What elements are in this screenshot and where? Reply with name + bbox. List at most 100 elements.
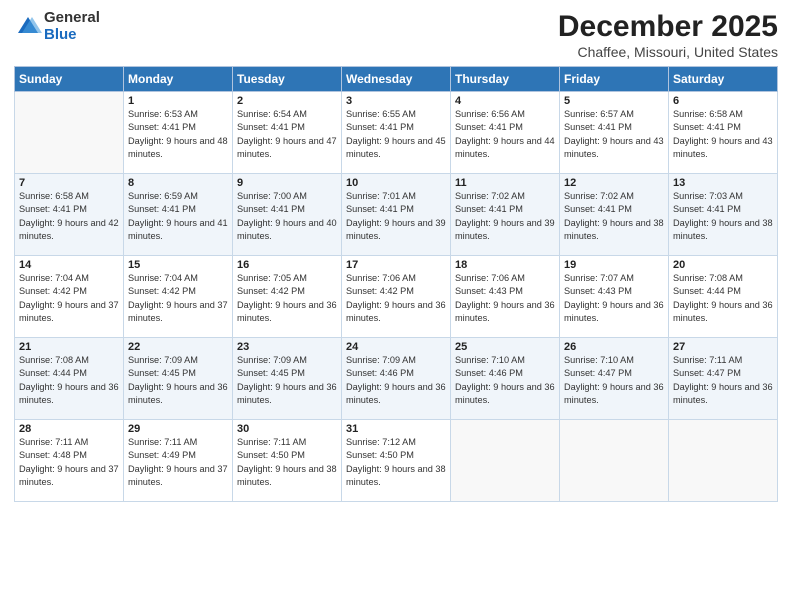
calendar-cell: 16Sunrise: 7:05 AMSunset: 4:42 PMDayligh…	[233, 256, 342, 338]
calendar-cell: 19Sunrise: 7:07 AMSunset: 4:43 PMDayligh…	[560, 256, 669, 338]
day-info: Sunrise: 6:57 AMSunset: 4:41 PMDaylight:…	[564, 108, 664, 161]
day-info: Sunrise: 6:58 AMSunset: 4:41 PMDaylight:…	[19, 190, 119, 243]
location: Chaffee, Missouri, United States	[558, 44, 778, 60]
calendar-cell: 3Sunrise: 6:55 AMSunset: 4:41 PMDaylight…	[342, 92, 451, 174]
header-saturday: Saturday	[669, 67, 778, 92]
calendar-cell	[669, 420, 778, 502]
calendar-cell: 14Sunrise: 7:04 AMSunset: 4:42 PMDayligh…	[15, 256, 124, 338]
calendar-cell: 5Sunrise: 6:57 AMSunset: 4:41 PMDaylight…	[560, 92, 669, 174]
day-info: Sunrise: 7:10 AMSunset: 4:46 PMDaylight:…	[455, 354, 555, 407]
calendar-cell: 25Sunrise: 7:10 AMSunset: 4:46 PMDayligh…	[451, 338, 560, 420]
day-number: 12	[564, 177, 664, 189]
week-row-1: 1Sunrise: 6:53 AMSunset: 4:41 PMDaylight…	[15, 92, 778, 174]
calendar-cell: 30Sunrise: 7:11 AMSunset: 4:50 PMDayligh…	[233, 420, 342, 502]
day-info: Sunrise: 7:02 AMSunset: 4:41 PMDaylight:…	[564, 190, 664, 243]
day-number: 23	[237, 341, 337, 353]
calendar-cell: 24Sunrise: 7:09 AMSunset: 4:46 PMDayligh…	[342, 338, 451, 420]
day-info: Sunrise: 7:11 AMSunset: 4:48 PMDaylight:…	[19, 436, 119, 489]
day-info: Sunrise: 6:55 AMSunset: 4:41 PMDaylight:…	[346, 108, 446, 161]
week-row-2: 7Sunrise: 6:58 AMSunset: 4:41 PMDaylight…	[15, 174, 778, 256]
day-info: Sunrise: 7:04 AMSunset: 4:42 PMDaylight:…	[128, 272, 228, 325]
header-tuesday: Tuesday	[233, 67, 342, 92]
logo-text: General Blue	[44, 10, 100, 43]
day-number: 20	[673, 259, 773, 271]
logo-blue: Blue	[44, 27, 100, 44]
day-info: Sunrise: 7:06 AMSunset: 4:42 PMDaylight:…	[346, 272, 446, 325]
day-number: 18	[455, 259, 555, 271]
day-info: Sunrise: 7:02 AMSunset: 4:41 PMDaylight:…	[455, 190, 555, 243]
day-number: 13	[673, 177, 773, 189]
calendar-cell: 21Sunrise: 7:08 AMSunset: 4:44 PMDayligh…	[15, 338, 124, 420]
day-info: Sunrise: 6:56 AMSunset: 4:41 PMDaylight:…	[455, 108, 555, 161]
week-row-5: 28Sunrise: 7:11 AMSunset: 4:48 PMDayligh…	[15, 420, 778, 502]
calendar-cell: 12Sunrise: 7:02 AMSunset: 4:41 PMDayligh…	[560, 174, 669, 256]
header-row: SundayMondayTuesdayWednesdayThursdayFrid…	[15, 67, 778, 92]
calendar-cell	[451, 420, 560, 502]
day-info: Sunrise: 6:54 AMSunset: 4:41 PMDaylight:…	[237, 108, 337, 161]
logo-icon	[14, 13, 42, 41]
day-number: 14	[19, 259, 119, 271]
calendar-table: SundayMondayTuesdayWednesdayThursdayFrid…	[14, 66, 778, 502]
day-info: Sunrise: 6:53 AMSunset: 4:41 PMDaylight:…	[128, 108, 228, 161]
day-number: 24	[346, 341, 446, 353]
calendar-cell: 13Sunrise: 7:03 AMSunset: 4:41 PMDayligh…	[669, 174, 778, 256]
calendar-cell: 23Sunrise: 7:09 AMSunset: 4:45 PMDayligh…	[233, 338, 342, 420]
header-sunday: Sunday	[15, 67, 124, 92]
day-number: 25	[455, 341, 555, 353]
week-row-4: 21Sunrise: 7:08 AMSunset: 4:44 PMDayligh…	[15, 338, 778, 420]
day-info: Sunrise: 7:10 AMSunset: 4:47 PMDaylight:…	[564, 354, 664, 407]
day-info: Sunrise: 7:08 AMSunset: 4:44 PMDaylight:…	[19, 354, 119, 407]
header-thursday: Thursday	[451, 67, 560, 92]
calendar-cell: 17Sunrise: 7:06 AMSunset: 4:42 PMDayligh…	[342, 256, 451, 338]
day-info: Sunrise: 7:11 AMSunset: 4:49 PMDaylight:…	[128, 436, 228, 489]
calendar-cell: 20Sunrise: 7:08 AMSunset: 4:44 PMDayligh…	[669, 256, 778, 338]
day-number: 22	[128, 341, 228, 353]
day-info: Sunrise: 7:11 AMSunset: 4:47 PMDaylight:…	[673, 354, 773, 407]
calendar-cell: 27Sunrise: 7:11 AMSunset: 4:47 PMDayligh…	[669, 338, 778, 420]
calendar-cell: 15Sunrise: 7:04 AMSunset: 4:42 PMDayligh…	[124, 256, 233, 338]
day-info: Sunrise: 6:58 AMSunset: 4:41 PMDaylight:…	[673, 108, 773, 161]
day-info: Sunrise: 7:12 AMSunset: 4:50 PMDaylight:…	[346, 436, 446, 489]
page-container: General Blue December 2025 Chaffee, Miss…	[0, 0, 792, 510]
day-info: Sunrise: 7:09 AMSunset: 4:45 PMDaylight:…	[128, 354, 228, 407]
day-number: 11	[455, 177, 555, 189]
day-number: 17	[346, 259, 446, 271]
day-number: 31	[346, 423, 446, 435]
calendar-cell: 28Sunrise: 7:11 AMSunset: 4:48 PMDayligh…	[15, 420, 124, 502]
day-number: 21	[19, 341, 119, 353]
calendar-cell: 4Sunrise: 6:56 AMSunset: 4:41 PMDaylight…	[451, 92, 560, 174]
day-info: Sunrise: 7:05 AMSunset: 4:42 PMDaylight:…	[237, 272, 337, 325]
day-info: Sunrise: 7:08 AMSunset: 4:44 PMDaylight:…	[673, 272, 773, 325]
calendar-cell: 1Sunrise: 6:53 AMSunset: 4:41 PMDaylight…	[124, 92, 233, 174]
day-number: 10	[346, 177, 446, 189]
day-number: 19	[564, 259, 664, 271]
header-wednesday: Wednesday	[342, 67, 451, 92]
calendar-cell: 26Sunrise: 7:10 AMSunset: 4:47 PMDayligh…	[560, 338, 669, 420]
day-info: Sunrise: 7:01 AMSunset: 4:41 PMDaylight:…	[346, 190, 446, 243]
day-info: Sunrise: 7:00 AMSunset: 4:41 PMDaylight:…	[237, 190, 337, 243]
day-number: 3	[346, 95, 446, 107]
calendar-cell: 31Sunrise: 7:12 AMSunset: 4:50 PMDayligh…	[342, 420, 451, 502]
day-info: Sunrise: 7:11 AMSunset: 4:50 PMDaylight:…	[237, 436, 337, 489]
day-number: 4	[455, 95, 555, 107]
day-number: 30	[237, 423, 337, 435]
day-number: 2	[237, 95, 337, 107]
day-number: 15	[128, 259, 228, 271]
day-info: Sunrise: 7:03 AMSunset: 4:41 PMDaylight:…	[673, 190, 773, 243]
calendar-cell	[560, 420, 669, 502]
calendar-cell: 29Sunrise: 7:11 AMSunset: 4:49 PMDayligh…	[124, 420, 233, 502]
day-number: 1	[128, 95, 228, 107]
day-info: Sunrise: 7:06 AMSunset: 4:43 PMDaylight:…	[455, 272, 555, 325]
week-row-3: 14Sunrise: 7:04 AMSunset: 4:42 PMDayligh…	[15, 256, 778, 338]
logo-general: General	[44, 10, 100, 27]
day-number: 7	[19, 177, 119, 189]
day-info: Sunrise: 7:09 AMSunset: 4:46 PMDaylight:…	[346, 354, 446, 407]
day-number: 29	[128, 423, 228, 435]
day-info: Sunrise: 6:59 AMSunset: 4:41 PMDaylight:…	[128, 190, 228, 243]
header-monday: Monday	[124, 67, 233, 92]
day-number: 6	[673, 95, 773, 107]
calendar-cell: 6Sunrise: 6:58 AMSunset: 4:41 PMDaylight…	[669, 92, 778, 174]
logo: General Blue	[14, 10, 100, 43]
calendar-cell: 8Sunrise: 6:59 AMSunset: 4:41 PMDaylight…	[124, 174, 233, 256]
day-info: Sunrise: 7:04 AMSunset: 4:42 PMDaylight:…	[19, 272, 119, 325]
